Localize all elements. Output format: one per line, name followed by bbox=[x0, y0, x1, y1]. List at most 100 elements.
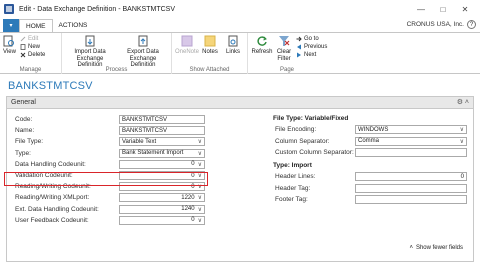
import-field-row: Header Tag: bbox=[275, 184, 310, 193]
import-field-value: 0 bbox=[460, 173, 464, 180]
import-icon bbox=[85, 35, 95, 47]
chevron-up-icon: ˄ bbox=[409, 245, 413, 251]
app-menu-button[interactable]: ▾ bbox=[3, 19, 19, 32]
left-field-value: Variable Text bbox=[122, 138, 157, 145]
fasttab-options-icon[interactable]: ⚙ ˄ bbox=[457, 98, 469, 106]
left-field-label: Name: bbox=[15, 127, 35, 135]
left-field-label: Code: bbox=[15, 116, 33, 123]
left-field-input[interactable]: BANKSTMTCSV bbox=[119, 115, 205, 124]
notes-icon bbox=[204, 35, 216, 47]
right-field-label: Custom Column Separator: bbox=[275, 149, 354, 156]
right-field-value: WINDOWS bbox=[358, 126, 389, 133]
company-name[interactable]: CRONUS USA, Inc. bbox=[407, 21, 464, 28]
previous-button[interactable]: Previous bbox=[296, 44, 327, 50]
import-field-input[interactable] bbox=[355, 183, 467, 193]
left-field-input[interactable]: 0 ∨ bbox=[119, 159, 205, 169]
view-label: View bbox=[3, 49, 16, 55]
import-field-input[interactable]: 0 bbox=[355, 172, 467, 181]
notes-label: Notes bbox=[202, 49, 218, 55]
pencil-icon bbox=[20, 36, 26, 42]
ribbon-group-manage: View Edit New Delete Manage bbox=[0, 33, 62, 74]
previous-label: Previous bbox=[304, 44, 328, 50]
left-field-row: Reading/Writing XMLport: bbox=[15, 193, 89, 202]
tab-home[interactable]: HOME bbox=[19, 19, 53, 32]
import-field-input[interactable] bbox=[355, 195, 467, 204]
import-section-label: Type: Import bbox=[273, 162, 312, 169]
show-fewer-label: Show fewer fields bbox=[415, 245, 463, 251]
import-field-label: Header Tag: bbox=[275, 184, 311, 192]
app-icon bbox=[4, 4, 14, 14]
refresh-label: Refresh bbox=[251, 49, 273, 55]
next-button[interactable]: Next bbox=[296, 52, 316, 58]
left-field-row: Code: bbox=[15, 115, 32, 124]
show-attached-group-label: Show Attached bbox=[189, 67, 230, 73]
next-label: Next bbox=[304, 52, 317, 58]
ribbon-tabs: ▾ HOME ACTIONS CRONUS USA, Inc. ? bbox=[0, 18, 480, 32]
left-field-input[interactable]: BANKSTMTCSV bbox=[119, 126, 205, 136]
window-title: Edit - Data Exchange Definition - BANKST… bbox=[19, 5, 176, 13]
page-title: BANKSTMTCSV bbox=[8, 80, 93, 92]
chevron-down-icon[interactable]: ∨ bbox=[198, 206, 202, 213]
page-group-label: Page bbox=[279, 67, 294, 73]
left-field-input[interactable]: 0 ∨ bbox=[119, 215, 205, 225]
maximize-button[interactable]: □ bbox=[432, 0, 454, 18]
right-field-row: Column Separator: bbox=[275, 137, 330, 146]
left-field-label: User Feedback Codeunit: bbox=[15, 216, 89, 224]
goto-button[interactable]: Go to bbox=[296, 36, 319, 42]
left-field-label: Reading/Writing XMLport: bbox=[15, 194, 90, 202]
notes-button[interactable]: Notes bbox=[200, 35, 220, 56]
export-definition-button[interactable]: Export Data Exchange Definition bbox=[118, 35, 168, 69]
minimize-button[interactable]: — bbox=[410, 0, 432, 18]
chevron-down-icon[interactable]: ∨ bbox=[460, 138, 464, 145]
clear-filter-button[interactable]: Clear Filter bbox=[275, 35, 293, 62]
chevron-down-icon[interactable]: ∨ bbox=[198, 217, 202, 224]
left-field-value: BANKSTMTCSV bbox=[122, 127, 168, 134]
chevron-down-icon[interactable]: ∨ bbox=[198, 161, 202, 168]
delete-button[interactable]: Delete bbox=[20, 52, 45, 58]
delete-label: Delete bbox=[28, 52, 46, 58]
right-field-value: Comma bbox=[358, 138, 380, 144]
refresh-icon bbox=[257, 36, 267, 46]
goto-label: Go to bbox=[304, 36, 319, 42]
import-label: Import Data Exchange Definition bbox=[74, 49, 106, 68]
tab-actions[interactable]: ACTIONS bbox=[53, 19, 94, 32]
chevron-down-icon[interactable]: ∨ bbox=[198, 138, 202, 145]
onenote-label: OneNote bbox=[175, 49, 200, 55]
left-field-row: File Type: bbox=[15, 137, 43, 146]
title-bar: Edit - Data Exchange Definition - BANKST… bbox=[0, 0, 480, 18]
right-field-label: File Encoding: bbox=[275, 126, 317, 133]
highlight-box bbox=[4, 172, 208, 186]
right-field-row: Custom Column Separator: bbox=[275, 148, 354, 157]
left-field-value: Bank Statement Import bbox=[122, 150, 184, 157]
chevron-down-icon[interactable]: ∨ bbox=[198, 150, 202, 157]
left-field-input[interactable]: 1240 ∨ bbox=[119, 204, 205, 214]
right-field-input[interactable]: WINDOWS ∨ bbox=[355, 125, 467, 134]
show-fewer-fields-link[interactable]: ˄ Show fewer fields bbox=[409, 245, 463, 251]
refresh-button[interactable]: Refresh bbox=[251, 35, 273, 56]
left-field-input[interactable]: Variable Text ∨ bbox=[119, 137, 205, 147]
help-icon[interactable]: ? bbox=[467, 20, 476, 29]
import-field-row: Header Lines: bbox=[275, 172, 315, 181]
left-field-input[interactable]: Bank Statement Import ∨ bbox=[119, 148, 205, 158]
new-button[interactable]: New bbox=[20, 44, 40, 50]
process-group-label: Process bbox=[105, 67, 128, 73]
left-field-row: Data Handling Codeunit: bbox=[15, 160, 86, 169]
close-button[interactable]: ✕ bbox=[454, 0, 476, 18]
import-definition-button[interactable]: Import Data Exchange Definition bbox=[66, 35, 114, 69]
links-button[interactable]: Links bbox=[223, 35, 243, 56]
new-document-icon bbox=[20, 44, 26, 50]
right-field-row: File Encoding: bbox=[275, 125, 316, 134]
edit-button[interactable]: Edit bbox=[20, 36, 38, 42]
file-type-section-label: File Type: Variable/Fixed bbox=[273, 115, 349, 122]
left-field-row: Type: bbox=[15, 149, 31, 158]
chevron-down-icon[interactable]: ∨ bbox=[198, 194, 202, 201]
chevron-down-icon[interactable]: ∨ bbox=[460, 126, 464, 133]
left-field-input[interactable]: 1220 ∨ bbox=[119, 193, 205, 203]
right-field-input[interactable]: Comma ∨ bbox=[355, 136, 467, 146]
left-field-row: User Feedback Codeunit: bbox=[15, 216, 89, 225]
view-button[interactable]: View bbox=[3, 35, 16, 56]
onenote-button[interactable]: OneNote bbox=[175, 35, 200, 56]
right-field-input[interactable] bbox=[355, 148, 467, 157]
general-header[interactable]: General ⚙ ˄ bbox=[7, 97, 473, 109]
ribbon: View Edit New Delete Manage Import Data … bbox=[0, 32, 480, 74]
